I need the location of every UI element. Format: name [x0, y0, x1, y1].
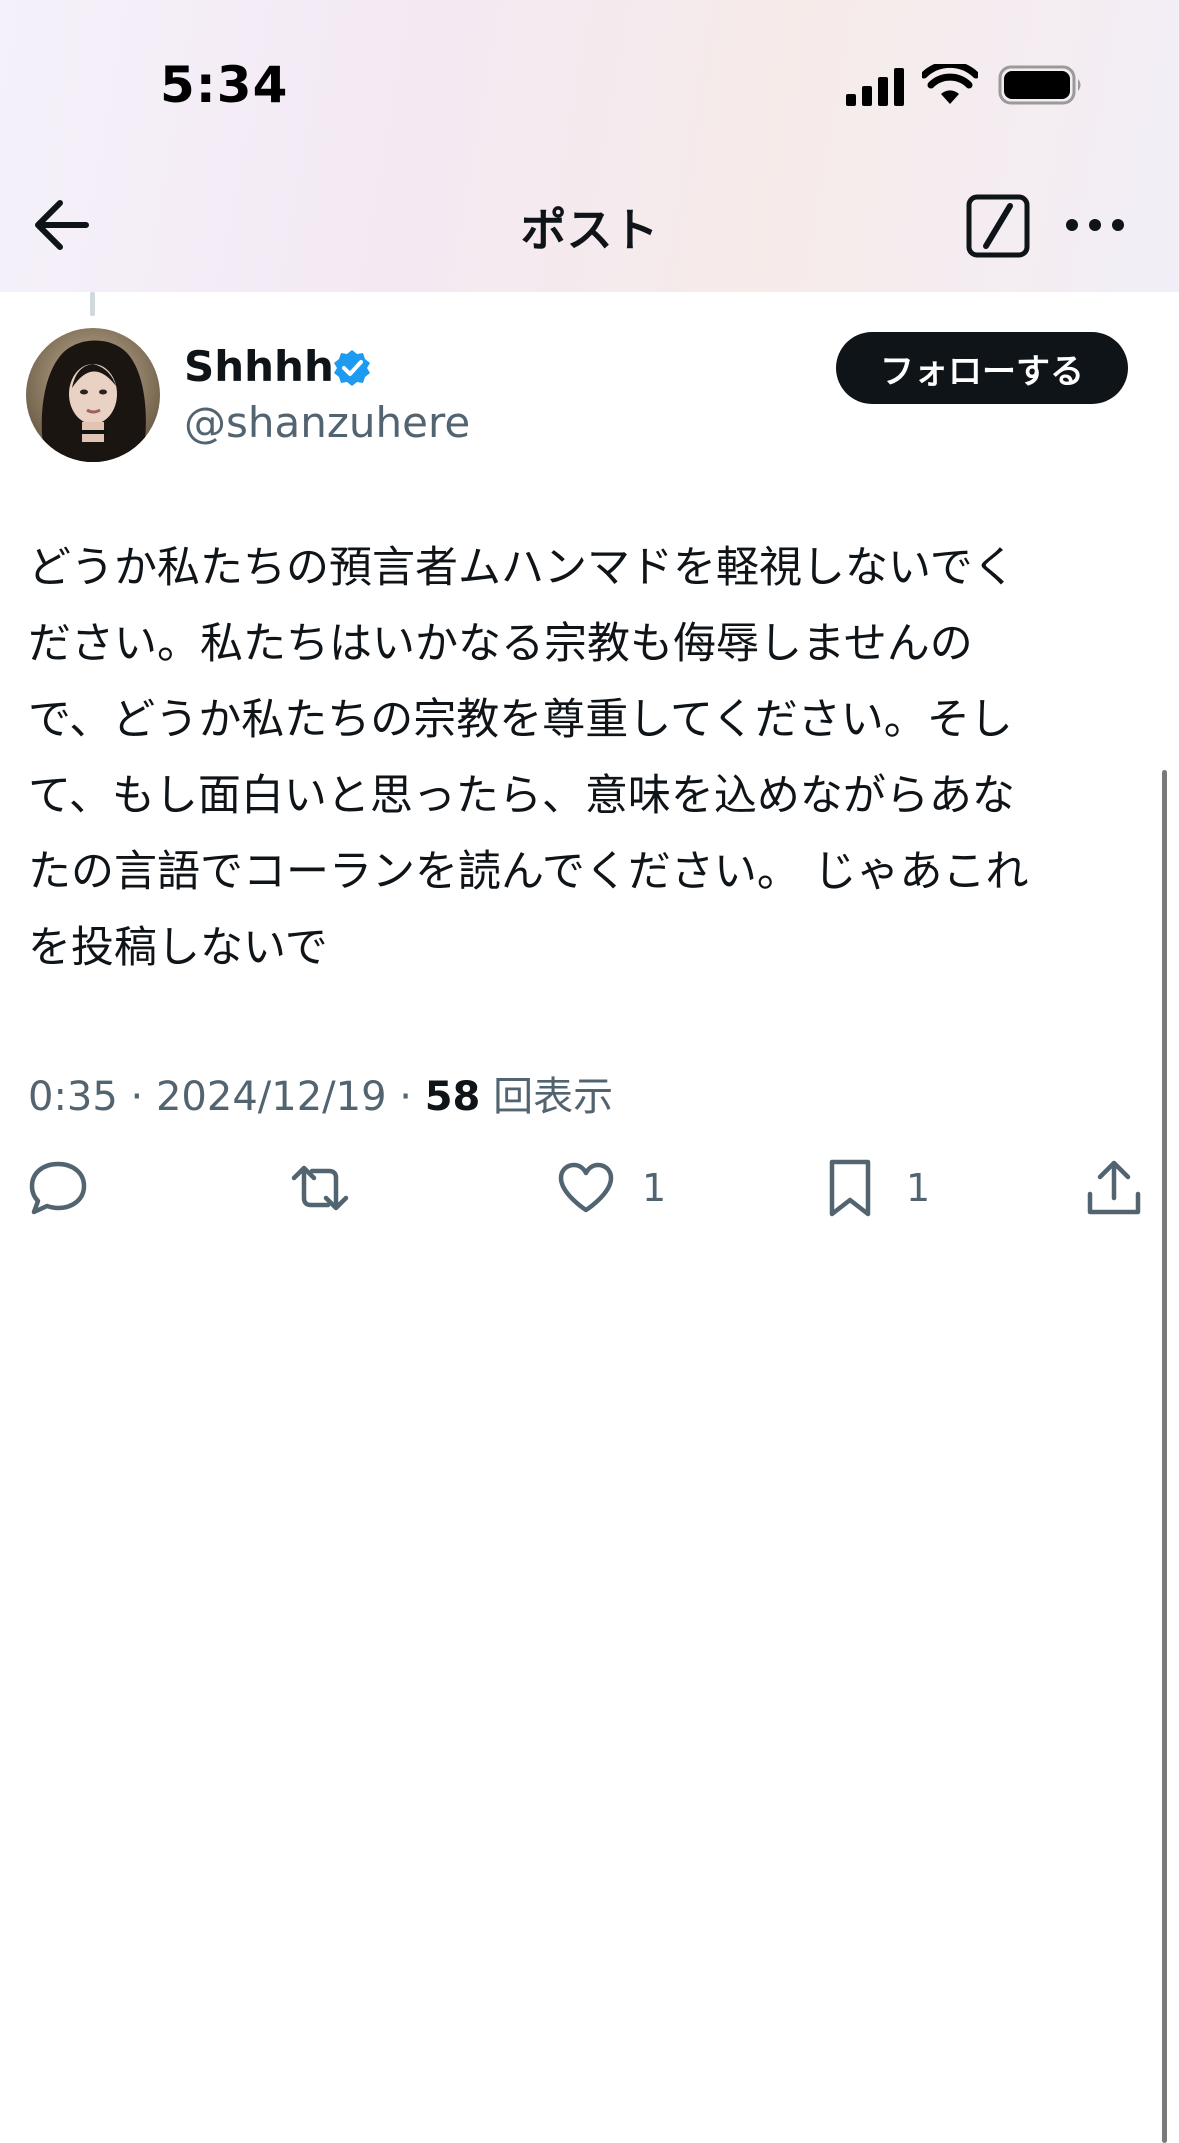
meta-separator: ·	[386, 1074, 425, 1120]
bookmark-icon[interactable]	[820, 1158, 880, 1218]
status-time: 5:34	[160, 56, 289, 114]
author-handle[interactable]: @shanzuhere	[184, 398, 470, 447]
grok-icon[interactable]	[966, 194, 1030, 258]
battery-icon	[998, 65, 1081, 105]
follow-button[interactable]: フォローする	[836, 332, 1128, 404]
retweet-icon[interactable]	[290, 1158, 350, 1218]
views-count[interactable]: 58	[425, 1074, 481, 1120]
wifi-icon	[922, 64, 978, 104]
verified-badge-icon	[334, 350, 370, 386]
heart-icon[interactable]	[556, 1158, 616, 1218]
tweet-date[interactable]: 2024/12/19	[156, 1074, 387, 1120]
like-count[interactable]: 1	[642, 1166, 666, 1210]
scrollbar[interactable]	[1162, 770, 1167, 2143]
meta-separator: ·	[117, 1074, 156, 1120]
reply-icon[interactable]	[28, 1158, 88, 1218]
tweet-metadata: 0:35 · 2024/12/19 · 58 回表示	[28, 1064, 613, 1122]
share-icon[interactable]	[1084, 1158, 1144, 1218]
thread-connector-line	[90, 292, 95, 316]
tweet-time[interactable]: 0:35	[28, 1074, 118, 1120]
bookmark-count[interactable]: 1	[906, 1166, 930, 1210]
views-label[interactable]: 回表示	[480, 1074, 613, 1120]
more-icon[interactable]	[1064, 212, 1126, 238]
avatar[interactable]	[26, 328, 160, 462]
author-name[interactable]: Shhhh	[184, 342, 334, 391]
cellular-signal-icon	[846, 68, 904, 106]
tweet-text: どうか私たちの預言者ムハンマドを軽視しないでく ださい。私たちはいかなる宗教も侮…	[28, 543, 1029, 973]
